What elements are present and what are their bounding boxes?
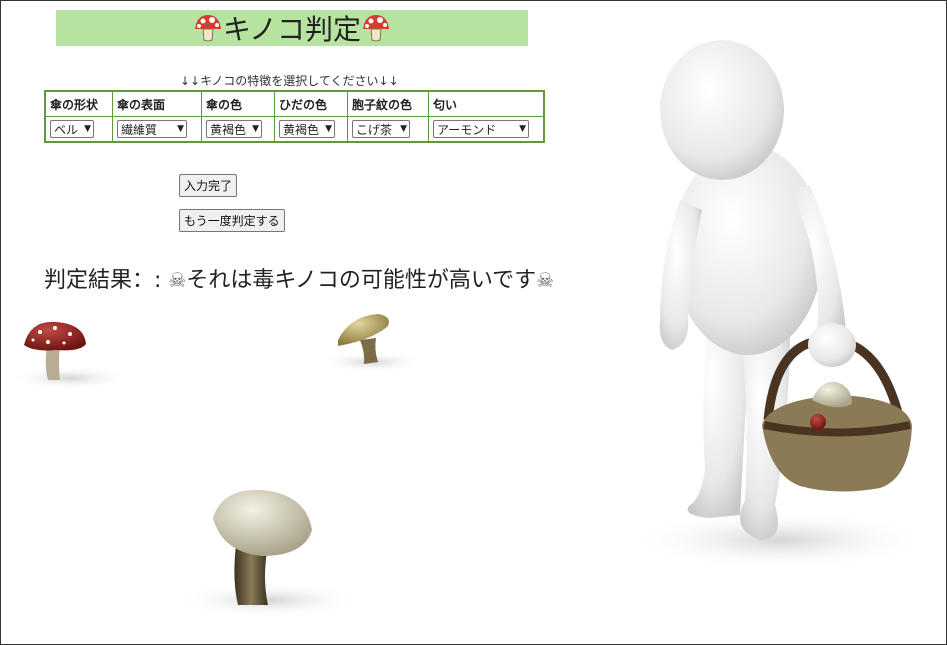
skull-icon: ☠ [168,268,187,292]
table-row: ベル ▼ 繊維質 ▼ 黄褐色 ▼ 黄褐色 ▼ こげ茶 ▼ アーモンド ▼ [44,116,545,143]
chevron-down-icon: ▼ [519,124,526,134]
spore-print-color-select[interactable]: こげ茶 ▼ [352,120,410,138]
skull-icon: ☠ [536,268,555,292]
mushroom-icon [363,15,390,42]
result-text-line: 判定結果：: ☠それは毒キノコの可能性が高いです☠ [44,262,554,294]
cap-shape-select[interactable]: ベル ▼ [50,120,94,138]
feature-table: 傘の形状 傘の表面 傘の色 ひだの色 胞子紋の色 匂い ベル ▼ 繊維質 ▼ 黄褐色… [44,90,545,143]
result-label: 判定結果：: [44,268,162,293]
person-with-basket-image [630,40,930,570]
chevron-down-icon: ▼ [400,124,407,134]
tan-mushroom-image [317,314,427,372]
gill-color-select[interactable]: 黄褐色 ▼ [279,120,335,138]
header-spore-print-color: 胞子紋の色 [347,90,429,117]
chevron-down-icon: ▼ [177,124,184,134]
cap-surface-select[interactable]: 繊維質 ▼ [117,120,187,138]
header-cap-shape: 傘の形状 [44,90,113,117]
submit-button[interactable]: 入力完了 [179,174,238,197]
retry-button[interactable]: もう一度判定する [179,209,285,232]
table-header-row: 傘の形状 傘の表面 傘の色 ひだの色 胞子紋の色 匂い [44,90,545,117]
header-gill-color: ひだの色 [274,90,348,117]
chevron-down-icon: ▼ [252,124,259,134]
white-mushroom-image [175,489,365,618]
odor-select[interactable]: アーモンド ▼ [433,120,529,138]
mushroom-icon [194,15,221,42]
result-message: それは毒キノコの可能性が高いです [186,268,537,293]
header-cap-color: 傘の色 [201,90,275,117]
chevron-down-icon: ▼ [84,124,91,134]
page-title: キノコ判定 [56,10,528,46]
cap-color-select[interactable]: 黄褐色 ▼ [206,120,262,138]
red-mushroom-image [10,321,130,390]
header-cap-surface: 傘の表面 [112,90,202,117]
header-odor: 匂い [428,90,545,117]
instruction-text: ↓↓キノコの特徴を選択してください↓↓ [180,74,399,88]
chevron-down-icon: ▼ [325,124,332,134]
title-text: キノコ判定 [222,13,362,46]
